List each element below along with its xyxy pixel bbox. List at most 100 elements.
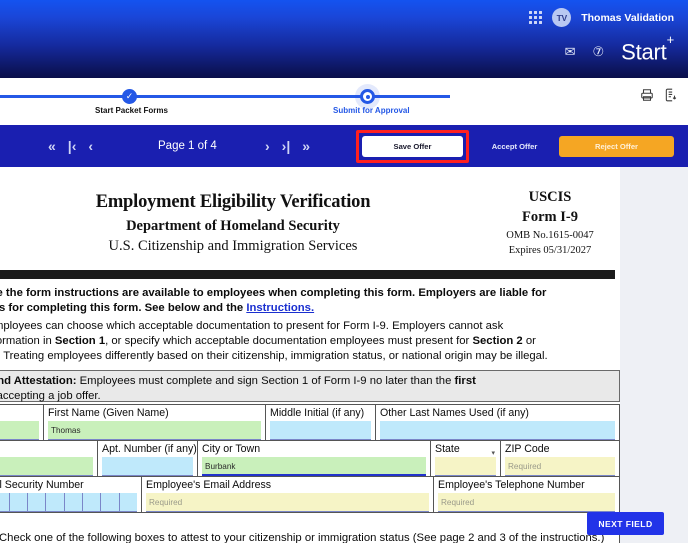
field-last-name[interactable]	[0, 405, 44, 440]
field-apt-number[interactable]: Apt. Number (if any)	[98, 441, 198, 476]
page-indicator: Page 1 of 4	[158, 140, 217, 152]
para2-section1: Section 1	[54, 335, 106, 347]
help-icon[interactable]: ⑦	[592, 45, 604, 58]
omb-number: OMB No.1615-0047	[506, 230, 594, 241]
para2-line1: All employees can choose which acceptabl…	[0, 320, 504, 332]
field-employee-telephone-label: Employee's Telephone Number	[438, 479, 585, 491]
top-banner-brand-row: ✉ ⑦ Start+	[565, 33, 675, 65]
app-root: TV Thomas Validation ✉ ⑦ Start+ ✓ Start …	[0, 0, 688, 543]
employer-liability-paragraph: nsure the form instructions are availabl…	[0, 286, 620, 316]
stepper-label-start-packet-forms: Start Packet Forms	[95, 106, 168, 115]
para1-line2: ments for completing this form. See belo…	[0, 302, 244, 314]
para2-line3: ehire. Treating employees differently ba…	[0, 350, 548, 362]
field-employee-telephone-input[interactable]: Required	[438, 493, 615, 512]
mail-icon[interactable]: ✉	[565, 45, 576, 58]
para2-line2a: fy information in	[0, 335, 52, 347]
field-first-name-input[interactable]: Thomas	[48, 421, 261, 440]
field-zip-code-label: ZIP Code	[505, 443, 550, 455]
field-middle-initial-label: Middle Initial (if any)	[270, 407, 365, 419]
page-nav-right-group: › ›| »	[265, 125, 310, 167]
next-jump-button[interactable]: ›|	[282, 139, 291, 153]
para2-section2: Section 2	[472, 335, 523, 347]
field-apt-number-label: Apt. Number (if any)	[102, 443, 197, 455]
field-other-last-names[interactable]: Other Last Names Used (if any)	[376, 405, 619, 440]
stepper-node-submit-for-approval[interactable]	[360, 89, 375, 104]
field-zip-code-input[interactable]: Required	[505, 457, 615, 476]
section1-fields: First Name (Given Name) Thomas Middle In…	[0, 404, 620, 513]
header-divider	[0, 270, 615, 279]
brand-plus: +	[666, 31, 675, 47]
form-number: Form I-9	[522, 209, 578, 225]
field-apt-number-input[interactable]	[102, 457, 193, 476]
form-title: Employment Eligibility Verification	[95, 192, 371, 212]
attestation-heading: on and Attestation:	[0, 375, 77, 387]
form-row-names: First Name (Given Name) Thomas Middle In…	[0, 404, 620, 441]
field-state[interactable]: State ▾	[431, 441, 501, 476]
field-middle-initial-input[interactable]	[270, 421, 371, 440]
stepper-label-submit-for-approval: Submit for Approval	[333, 106, 410, 115]
form-header: Employment Eligibility Verification Depa…	[0, 167, 620, 279]
save-offer-button[interactable]: Save Offer	[362, 136, 463, 157]
field-social-security-number[interactable]: Social Security Number	[0, 477, 142, 512]
citizenship-attestation-row: Check one of the following boxes to atte…	[0, 528, 620, 543]
field-last-name-label	[0, 407, 39, 420]
form-meta-block: USCIS Form I-9 OMB No.1615-0047 Expires …	[480, 189, 620, 256]
document-actions	[640, 88, 678, 104]
attestation-callout: on and Attestation: Employees must compl…	[0, 370, 620, 402]
field-other-last-names-label: Other Last Names Used (if any)	[380, 407, 529, 419]
top-banner: TV Thomas Validation ✉ ⑦ Start+	[0, 0, 688, 78]
field-state-select[interactable]	[435, 457, 496, 476]
brand-logo: Start+	[621, 33, 674, 65]
field-other-last-names-input[interactable]	[380, 421, 615, 440]
field-city-or-town-input[interactable]: Burbank	[202, 457, 426, 476]
field-address[interactable]	[0, 441, 98, 476]
viewer-right-gutter	[620, 167, 688, 543]
citizenship-attestation-text: Check one of the following boxes to atte…	[0, 532, 605, 543]
field-address-input[interactable]	[0, 457, 93, 476]
grid-apps-icon[interactable]	[529, 11, 543, 24]
instructions-link[interactable]: Instructions.	[246, 302, 314, 314]
documentation-paragraph: All employees can choose which acceptabl…	[0, 319, 620, 364]
stepper-track	[0, 95, 450, 98]
field-city-or-town[interactable]: City or Town Burbank	[198, 441, 431, 476]
page-nav-left-group: « |‹ ‹	[48, 125, 93, 167]
para2-line2c: , or specify which acceptable documentat…	[105, 335, 473, 347]
top-banner-account-row: TV Thomas Validation	[529, 8, 674, 27]
next-field-button[interactable]: NEXT FIELD	[587, 512, 664, 535]
avatar[interactable]: TV	[552, 8, 572, 27]
progress-stepper: ✓ Start Packet Forms Submit for Approval	[0, 84, 450, 118]
last-page-button[interactable]: »	[302, 139, 310, 153]
print-icon[interactable]	[640, 88, 654, 104]
next-page-button[interactable]: ›	[265, 139, 270, 153]
progress-stepper-bar: ✓ Start Packet Forms Submit for Approval	[0, 78, 688, 125]
document-download-icon[interactable]	[664, 88, 678, 104]
field-first-name[interactable]: First Name (Given Name) Thomas	[44, 405, 266, 440]
field-zip-code[interactable]: ZIP Code Required	[501, 441, 619, 476]
form-title-block: Employment Eligibility Verification Depa…	[8, 192, 458, 255]
stepper-node-start-packet-forms[interactable]: ✓	[122, 89, 137, 104]
field-employee-telephone[interactable]: Employee's Telephone Number Required	[434, 477, 619, 512]
document-viewer[interactable]: Employment Eligibility Verification Depa…	[0, 167, 620, 543]
first-page-button[interactable]: «	[48, 139, 56, 153]
previous-page-button[interactable]: ‹	[88, 139, 93, 153]
field-first-name-label: First Name (Given Name)	[48, 407, 169, 419]
field-ssn-boxes[interactable]	[0, 493, 137, 512]
field-middle-initial[interactable]: Middle Initial (if any)	[266, 405, 376, 440]
form-department: Department of Homeland Security	[126, 218, 340, 234]
field-address-label	[0, 443, 93, 456]
attestation-body: Employees must complete and sign Section…	[76, 375, 455, 387]
form-row-address: Apt. Number (if any) City or Town Burban…	[0, 441, 620, 477]
previous-jump-button[interactable]: |‹	[68, 139, 77, 153]
reject-offer-button[interactable]: Reject Offer	[559, 136, 674, 157]
agency-abbrev: USCIS	[528, 189, 572, 205]
field-last-name-input[interactable]	[0, 421, 39, 440]
chevron-down-icon[interactable]: ▾	[491, 449, 495, 457]
field-employee-email[interactable]: Employee's Email Address Required	[142, 477, 434, 512]
check-icon: ✓	[125, 91, 134, 101]
form-agency-line: U.S. Citizenship and Immigration Service…	[108, 238, 358, 254]
field-employee-email-input[interactable]: Required	[146, 493, 429, 512]
brand-name: Start	[621, 39, 667, 65]
expiration-date: Expires 05/31/2027	[508, 245, 592, 256]
accept-offer-button[interactable]: Accept Offer	[482, 136, 547, 157]
field-state-label: State	[435, 443, 460, 455]
